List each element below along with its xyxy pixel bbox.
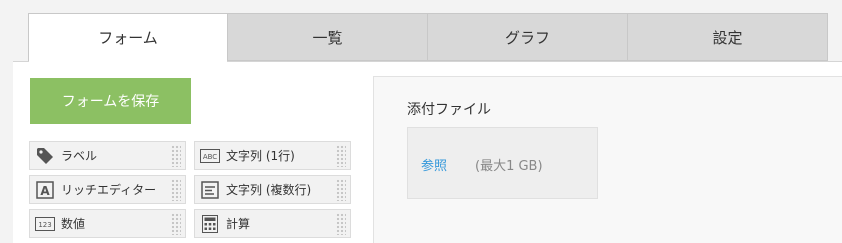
palette-item-single-line-text[interactable]: ABC 文字列 (1行) (194, 141, 351, 170)
palette-item-calculation[interactable]: 計算 (194, 209, 351, 238)
drag-handle-icon[interactable] (171, 179, 181, 201)
drag-handle-icon[interactable] (171, 213, 181, 235)
palette-item-rich-editor[interactable]: A リッチエディター (29, 175, 186, 204)
palette-item-text: ラベル (61, 149, 98, 163)
calculator-icon (200, 214, 220, 234)
palette-item-label[interactable]: ラベル (29, 141, 186, 170)
abc-icon: ABC (200, 146, 220, 166)
tab-graph[interactable]: グラフ (428, 13, 628, 61)
drag-handle-icon[interactable] (336, 213, 346, 235)
tab-settings[interactable]: 設定 (628, 13, 828, 61)
palette-item-text: 文字列 (複数行) (226, 183, 312, 197)
drag-handle-icon[interactable] (171, 145, 181, 167)
tag-icon (35, 146, 55, 166)
tab-list[interactable]: 一覧 (228, 13, 428, 61)
svg-text:ABC: ABC (203, 153, 217, 161)
tab-form[interactable]: フォーム (28, 13, 228, 62)
tab-label: 設定 (712, 28, 743, 47)
palette-item-number[interactable]: 123 数値 (29, 209, 186, 238)
svg-text:A: A (40, 184, 50, 198)
drag-handle-icon[interactable] (336, 145, 346, 167)
max-size-text: (最大1 GB) (475, 159, 543, 174)
attachment-field-label: 添付ファイル (407, 102, 491, 118)
tab-label: フォーム (98, 29, 158, 47)
palette-item-text: 文字列 (1行) (226, 149, 295, 163)
save-form-button[interactable]: フォームを保存 (30, 78, 191, 124)
palette-item-multi-line-text[interactable]: 文字列 (複数行) (194, 175, 351, 204)
multiline-text-icon (200, 180, 220, 200)
palette-item-text: リッチエディター (61, 183, 157, 197)
active-tab-join (29, 60, 227, 62)
palette-item-text: 数値 (61, 217, 86, 231)
svg-text:123: 123 (38, 221, 51, 229)
drag-handle-icon[interactable] (336, 179, 346, 201)
browse-link[interactable]: 参照 (421, 155, 447, 174)
app-tabs: フォーム 一覧 グラフ 設定 (28, 13, 828, 62)
palette-item-text: 計算 (226, 217, 251, 231)
rich-editor-icon: A (35, 180, 55, 200)
tab-label: 一覧 (312, 28, 343, 47)
number-icon: 123 (35, 214, 55, 234)
tab-label: グラフ (504, 28, 550, 47)
